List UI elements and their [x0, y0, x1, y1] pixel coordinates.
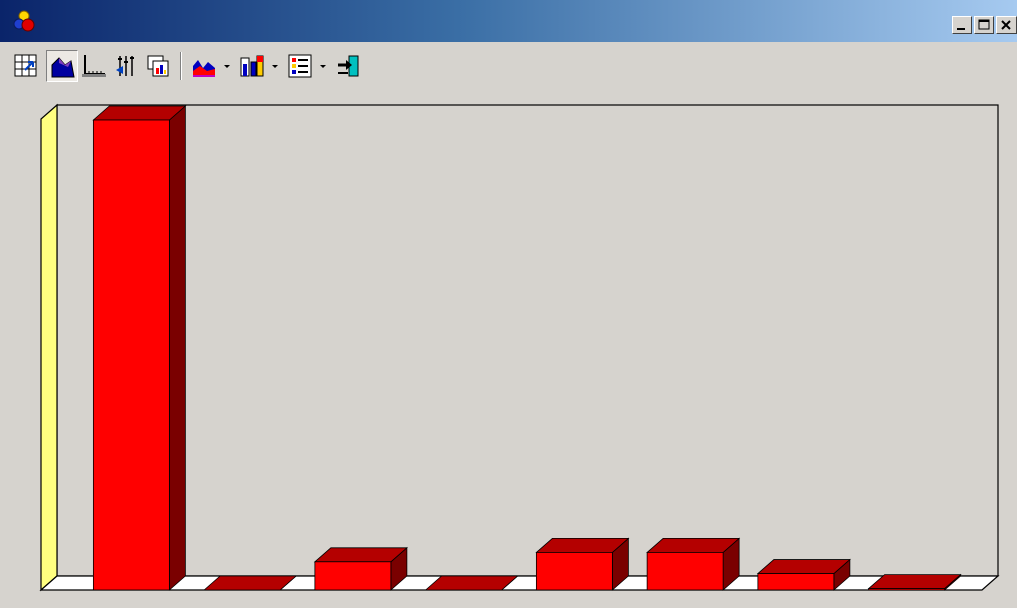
- bar-front-face: [314, 561, 392, 591]
- bar-top-face: [92, 105, 187, 121]
- chart-bar: [92, 105, 187, 591]
- bar-top-face: [646, 538, 741, 553]
- title-bar[interactable]: [0, 0, 1017, 42]
- minimize-button[interactable]: [952, 16, 972, 34]
- bar-front-face: [868, 588, 946, 591]
- bar-front-face: [757, 573, 835, 591]
- data-grid-icon: [14, 54, 37, 77]
- chart-left-wall: [40, 103, 58, 592]
- data-grid-button[interactable]: [10, 50, 42, 82]
- chart-bar: [756, 558, 851, 591]
- chart-bar: [313, 546, 408, 591]
- bar-top-face: [424, 575, 519, 591]
- series-order-icon: [116, 56, 134, 76]
- close-icon: [1001, 20, 1011, 30]
- axes-button[interactable]: [78, 50, 110, 82]
- bar-color-icon: [240, 55, 264, 77]
- minimize-icon: [957, 28, 965, 30]
- bar-top-face: [313, 547, 408, 563]
- axes-icon: [82, 55, 106, 77]
- legend-button[interactable]: [284, 50, 316, 82]
- app-icon: [13, 10, 35, 32]
- maximize-button[interactable]: [974, 16, 994, 34]
- gallery-chart-type-icon: [193, 60, 215, 77]
- chart-window: [0, 0, 1017, 608]
- export-button[interactable]: [332, 50, 364, 82]
- bar-chart: [39, 103, 1000, 592]
- bar-front-face: [535, 552, 613, 591]
- chart-floor: [39, 575, 1000, 591]
- legend-icon: [288, 54, 312, 78]
- chart-bar: [646, 537, 741, 591]
- bar-front-face: [646, 552, 724, 591]
- export-icon: [338, 55, 359, 77]
- close-button[interactable]: [996, 16, 1017, 34]
- chart-bar: [424, 575, 519, 591]
- copy-chart-icon: [147, 55, 169, 77]
- legend-dropdown-arrow-icon[interactable]: [318, 58, 328, 74]
- maximize-icon: [978, 19, 990, 30]
- chart-bar: [203, 575, 298, 591]
- bar-top-face: [867, 574, 962, 589]
- bar-side-face: [168, 105, 186, 591]
- chart-bar: [535, 537, 630, 591]
- chart-bar: [867, 573, 962, 591]
- bar-color-dropdown-arrow-icon[interactable]: [270, 58, 280, 74]
- bar-top-face: [203, 575, 298, 591]
- bar-color-button[interactable]: [236, 50, 268, 82]
- gallery-chart-type-button[interactable]: [188, 50, 220, 82]
- 3d-view-button[interactable]: [46, 50, 78, 82]
- 3d-view-icon: [51, 57, 75, 78]
- gallery-dropdown-arrow-icon[interactable]: [222, 58, 232, 74]
- chart-back-wall: [56, 104, 999, 577]
- toolbar-separator: [180, 52, 182, 80]
- bar-top-face: [756, 559, 851, 574]
- bar-top-face: [535, 538, 630, 553]
- toolbar: [10, 48, 490, 86]
- series-order-button[interactable]: [110, 50, 142, 82]
- copy-chart-button[interactable]: [142, 50, 174, 82]
- bar-front-face: [92, 119, 170, 591]
